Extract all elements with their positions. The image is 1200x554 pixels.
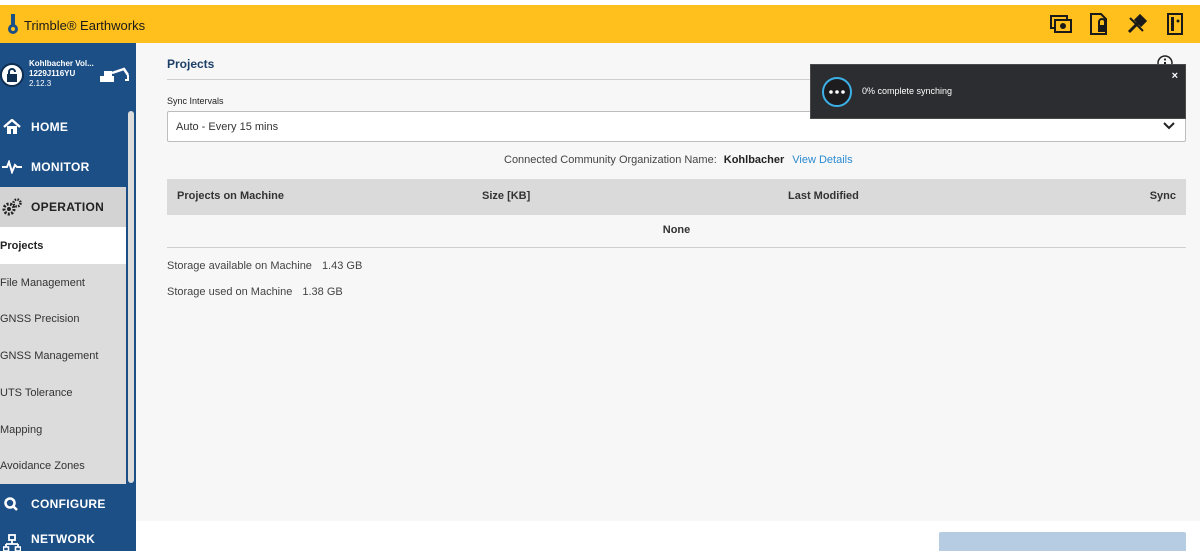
col-size[interactable]: Size [KB] — [482, 190, 530, 202]
nav-network-label: NETWORK — [31, 532, 96, 546]
col-sync[interactable]: Sync — [1150, 190, 1176, 202]
top-bar: Trimble® Earthworks — [0, 5, 1200, 43]
organization-info: Connected Community Organization Name: Ko… — [504, 154, 853, 166]
machine-info: Kohlbacher Vol... 1229J116YU 2.12.3 — [0, 43, 136, 107]
table-empty-row: None — [167, 215, 1186, 248]
configure-search-icon — [1, 493, 23, 515]
org-label: Connected Community Organization Name: — [504, 154, 717, 166]
brand: Trimble® Earthworks — [6, 14, 145, 36]
tools-icon[interactable] — [1126, 13, 1148, 35]
sidebar-item-mapping[interactable]: Mapping — [0, 411, 126, 448]
sidebar-item-gnss-management[interactable]: GNSS Management — [0, 337, 126, 374]
page-title: Projects — [167, 57, 215, 71]
chevron-down-icon — [1163, 121, 1175, 133]
storage-used-value: 1.38 GB — [302, 286, 343, 298]
nav-configure-label: CONFIGURE — [31, 497, 106, 511]
nav-configure[interactable]: CONFIGURE — [0, 484, 126, 524]
toast-message: 0% complete synching — [862, 86, 953, 96]
close-icon[interactable]: × — [1172, 70, 1178, 82]
nav-home[interactable]: HOME — [0, 107, 126, 147]
storage-available-label: Storage available on Machine — [167, 260, 312, 272]
nav-home-label: HOME — [31, 120, 69, 134]
manual-icon[interactable] — [1164, 13, 1186, 35]
col-projects-on-machine[interactable]: Projects on Machine — [177, 190, 284, 202]
sidebar-item-avoidance-zones[interactable]: Avoidance Zones — [0, 447, 126, 484]
sidebar-item-file-management[interactable]: File Management — [0, 264, 126, 301]
storage-available-value: 1.43 GB — [321, 260, 363, 272]
machine-name: Kohlbacher Vol... — [29, 59, 94, 68]
sidebar-item-projects[interactable]: Projects — [0, 227, 126, 264]
col-last-modified[interactable]: Last Modified — [788, 190, 859, 202]
progress-dots-icon — [822, 77, 852, 107]
nav-network[interactable]: NETWORK — [0, 524, 126, 552]
sync-intervals-value: Auto - Every 15 mins — [176, 120, 279, 133]
nav-monitor[interactable]: MONITOR — [0, 147, 126, 187]
machine-version: 2.12.3 — [29, 79, 52, 88]
sidebar-scrollbar[interactable] — [126, 107, 136, 551]
scrollbar-thumb[interactable] — [128, 111, 134, 483]
machine-id: 1229J116YU — [29, 69, 76, 78]
sidebar-item-gnss-precision[interactable]: GNSS Precision — [0, 300, 126, 337]
trimble-logo-icon — [8, 14, 18, 34]
sidebar-item-uts-tolerance[interactable]: UTS Tolerance — [0, 374, 126, 411]
sync-toast: 0% complete synching × — [810, 64, 1186, 119]
storage-used-label: Storage used on Machine — [167, 286, 293, 298]
nav-operation-label: OPERATION — [31, 200, 105, 214]
storage-available: Storage available on Machine 1.43 GB — [167, 260, 362, 272]
file-lock-icon[interactable] — [1088, 13, 1110, 35]
projects-table-header: Projects on Machine Size [KB] Last Modif… — [167, 179, 1186, 215]
pulse-icon — [1, 156, 23, 178]
unlock-icon[interactable] — [0, 63, 24, 87]
gears-icon — [1, 196, 23, 218]
sync-intervals-label: Sync Intervals — [167, 96, 224, 106]
bottom-action-button[interactable] — [939, 532, 1186, 551]
machine-sync-icon[interactable] — [1050, 13, 1072, 35]
nav-monitor-label: MONITOR — [31, 160, 90, 174]
storage-used: Storage used on Machine 1.38 GB — [167, 286, 343, 298]
home-icon — [1, 116, 23, 138]
org-name: Kohlbacher — [723, 154, 785, 166]
brand-name: Trimble® Earthworks — [24, 17, 146, 33]
excavator-icon — [100, 67, 130, 88]
view-details-link[interactable]: View Details — [792, 154, 852, 166]
sidebar: Kohlbacher Vol... 1229J116YU 2.12.3 HOME… — [0, 43, 136, 552]
nav-operation[interactable]: OPERATION — [0, 187, 126, 227]
